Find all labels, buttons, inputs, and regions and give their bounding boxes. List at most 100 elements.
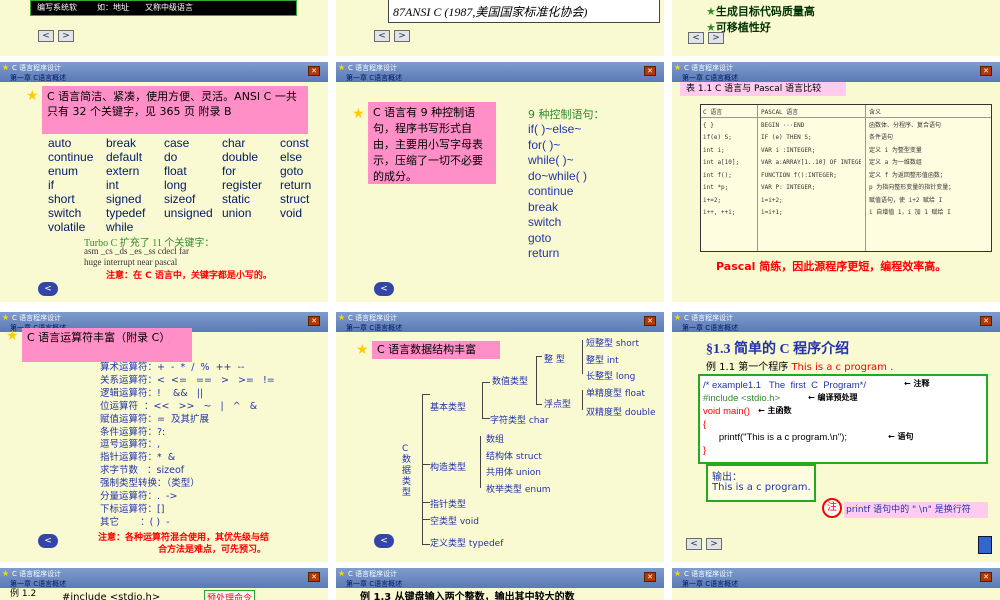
table-cell: i=i+2; (761, 196, 783, 204)
keyword: continue (48, 150, 94, 164)
slide-3: ★生成目标代码质量高 ★可移植性好 < > (672, 0, 1000, 56)
code-line: printf("This is a c program.\n"); (703, 432, 848, 443)
prev-button[interactable]: < (688, 32, 704, 44)
keyword: int (106, 178, 119, 192)
keyword: unsigned (164, 206, 213, 220)
annotation: 预处理命令 (204, 590, 256, 600)
prev-button[interactable]: < (38, 282, 58, 296)
slide-header: ★ C 语言程序设计 第一章 C语言概述 ✕ (336, 568, 664, 588)
next-button[interactable]: > (708, 32, 724, 44)
code-line: { (703, 419, 707, 430)
table-cell: VAR a:ARRAY[1..10] OF INTEGER; (761, 159, 861, 166)
table-cell: i++, ++i; (703, 209, 736, 216)
prev-button[interactable]: < (374, 282, 394, 296)
table-cell: 条件语句 (869, 134, 894, 141)
tree-node: 长整型 long (586, 372, 636, 382)
next-button[interactable]: > (58, 30, 74, 42)
logo-icon: ★ (674, 569, 682, 578)
course-title: C 语言程序设计 (684, 314, 734, 322)
data-structure-box: C 语言数据结构丰富 (372, 341, 500, 359)
annotation: ← 主函数 (758, 406, 792, 415)
close-icon[interactable]: ✕ (980, 66, 992, 76)
slide-1-table: 编写系统软 如：地址 又称中级语言 (30, 0, 297, 16)
keyword: union (222, 206, 252, 220)
control-item: while( )~ (528, 153, 574, 167)
star-icon: ★ (6, 328, 19, 344)
control-item: for( )~ (528, 137, 561, 152)
prev-button[interactable]: < (38, 534, 58, 548)
annotation: ← 注释 (904, 379, 930, 388)
tree-node: 双精度型 double (586, 408, 656, 418)
tree-node: 基本类型 (430, 403, 467, 413)
prev-button[interactable]: < (374, 534, 394, 548)
tree-node: 字符类型 char (490, 416, 549, 426)
tree-node: 单精度型 float (586, 389, 646, 399)
next-button[interactable]: > (394, 30, 410, 42)
prev-button[interactable]: < (686, 538, 702, 550)
table-cell: i=i+1; (761, 209, 783, 216)
bookmark-icon[interactable] (978, 536, 992, 554)
code-line: #include <stdio.h> (62, 592, 161, 600)
close-icon[interactable]: ✕ (644, 572, 656, 582)
close-icon[interactable]: ✕ (308, 572, 320, 582)
course-title: C 语言程序设计 (12, 314, 62, 322)
table-caption: 表 1.1 C 语言与 Pascal 语言比较 (680, 82, 846, 96)
code-line: } (703, 445, 707, 456)
turbo-row: huge interrupt near pascal (84, 257, 178, 267)
keyword: if (48, 178, 54, 192)
course-title: C 语言程序设计 (348, 314, 398, 322)
turbo-row: asm _cs _ds _es _ss cdecl far (84, 246, 189, 256)
close-icon[interactable]: ✕ (980, 572, 992, 582)
table-cell: if(e) S; (703, 134, 732, 141)
control-item: goto (528, 230, 552, 245)
tree-node: 构造类型 (430, 463, 467, 473)
keyword-box: C 语言简洁、紧凑，使用方便、灵活。ANSI C 一共只有 32 个关键字，见 … (42, 86, 308, 134)
operator-item: 逻辑运算符：! && || (100, 387, 204, 399)
table-cell: 定义 i 为整型变量 (869, 146, 922, 154)
table-cell: int *p; (703, 184, 729, 191)
c-column: C 语言{ } if(e) S; int i; int a[10]; int f(); i… (703, 107, 755, 220)
course-title: C 语言程序设计 (12, 64, 62, 72)
table-cell: 函数体、分程序、复合语句 (869, 121, 942, 129)
keyword: volatile (48, 220, 86, 234)
example-label: 例 1.1 第一个程序 This is a c program . (706, 362, 894, 373)
table-cell: { } (703, 121, 714, 129)
table-cell: 编写系统软 (37, 3, 77, 12)
table-cell: int f(); (703, 171, 732, 179)
close-icon[interactable]: ✕ (308, 66, 320, 76)
operator-item: 其它 ：( ) - (100, 516, 170, 528)
logo-icon: ★ (674, 63, 682, 72)
operator-item: 位运算符 ：<< >> ~ | ^ & (100, 400, 258, 412)
tree-node: 枚举类型 enum (486, 485, 551, 495)
tree-node: 共用体 union (486, 468, 541, 478)
prev-button[interactable]: < (38, 30, 54, 42)
next-button[interactable]: > (706, 538, 722, 550)
keyword: static (222, 192, 251, 206)
slide-header: ★ C 语言程序设计 第一章 C语言概述 ✕ (336, 62, 664, 82)
operator-item: 算术运算符：+ - * / % ++ -- (100, 362, 245, 373)
operator-item: 分量运算符：. -> (100, 491, 178, 503)
close-icon[interactable]: ✕ (644, 66, 656, 76)
control-item: continue (528, 184, 574, 198)
keyword: for (222, 164, 237, 178)
keyword: double (222, 150, 259, 164)
keyword: enum (48, 164, 79, 178)
comparison-table: C 语言{ } if(e) S; int i; int a[10]; int f(); i… (700, 104, 992, 252)
tree-node: 数组 (486, 435, 505, 445)
tree-root: C 数 据 类 型 (402, 444, 412, 498)
operator-box: C 语言运算符丰富（附录 C） (22, 328, 192, 362)
tree-node: 结构体 struct (486, 452, 542, 462)
prev-button[interactable]: < (374, 30, 390, 42)
close-icon[interactable]: ✕ (980, 316, 992, 326)
table-cell: int a[10]; (703, 159, 740, 166)
slide-7: ★ C 语言程序设计 第一章 C语言概述 ✕ ★ C 语言运算符丰富（附录 C）… (0, 312, 328, 562)
keyword: do (164, 150, 178, 164)
table-cell: 又称中级语言 (145, 3, 193, 12)
logo-icon: ★ (2, 63, 10, 72)
close-icon[interactable]: ✕ (644, 316, 656, 326)
meaning-column: 含义 函数体、分程序、复合语句 条件语句 定义 i 为整型变量 定义 a 为一维数组 定义… (869, 107, 987, 220)
close-icon[interactable]: ✕ (308, 316, 320, 326)
table-cell: 定义 a 为一维数组 (869, 159, 922, 166)
keyword: return (280, 178, 312, 192)
slide-6: ★ C 语言程序设计 第一章 C语言概述 ✕ 表 1.1 C 语言与 Pasca… (672, 62, 1000, 302)
